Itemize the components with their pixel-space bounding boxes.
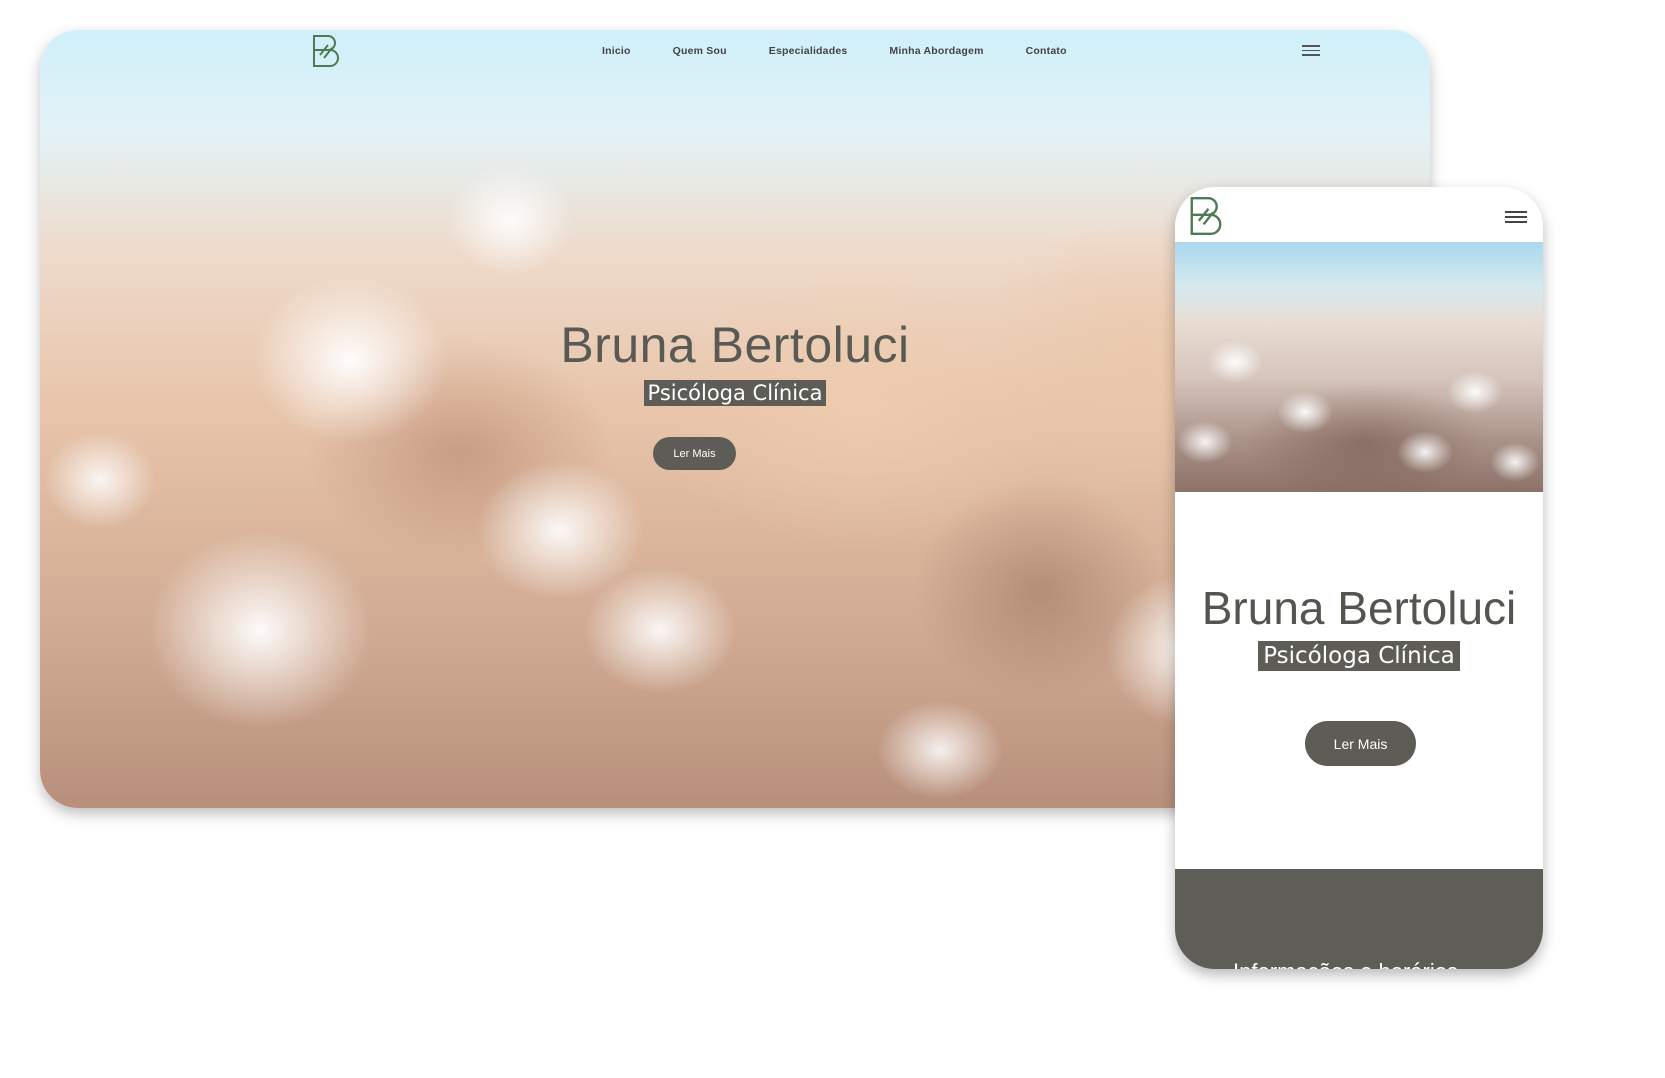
nav-item-contato[interactable]: Contato: [1026, 45, 1067, 57]
hero-name-heading: Bruna Bertoluci: [1201, 582, 1517, 634]
read-more-button[interactable]: Ler Mais: [653, 437, 736, 470]
nav-item-minha-abordagem[interactable]: Minha Abordagem: [889, 45, 983, 57]
hamburger-menu-icon[interactable]: [1505, 211, 1527, 225]
hamburger-menu-icon[interactable]: [1302, 45, 1320, 57]
mobile-header: [1175, 187, 1543, 242]
mobile-mockup: Bruna Bertoluci Psicóloga Clínica Ler Ma…: [1175, 187, 1543, 969]
info-section-heading: Informações e horários: [1233, 959, 1458, 969]
brand-logo-icon[interactable]: [1187, 194, 1225, 238]
read-more-button[interactable]: Ler Mais: [1305, 721, 1416, 766]
hero-image: [1175, 242, 1543, 492]
nav-item-inicio[interactable]: Inicio: [602, 45, 631, 57]
nav-item-especialidades[interactable]: Especialidades: [769, 45, 848, 57]
brand-logo-icon[interactable]: [310, 33, 342, 69]
desktop-nav-menu: Inicio Quem Sou Especialidades Minha Abo…: [602, 45, 1109, 57]
desktop-navbar: Inicio Quem Sou Especialidades Minha Abo…: [40, 30, 1430, 78]
nav-item-quem-sou[interactable]: Quem Sou: [673, 45, 727, 57]
hero-subtitle: Psicóloga Clínica: [643, 380, 827, 406]
mobile-info-section: Informações e horários: [1175, 869, 1543, 969]
hero-subtitle: Psicóloga Clínica: [1258, 641, 1460, 671]
